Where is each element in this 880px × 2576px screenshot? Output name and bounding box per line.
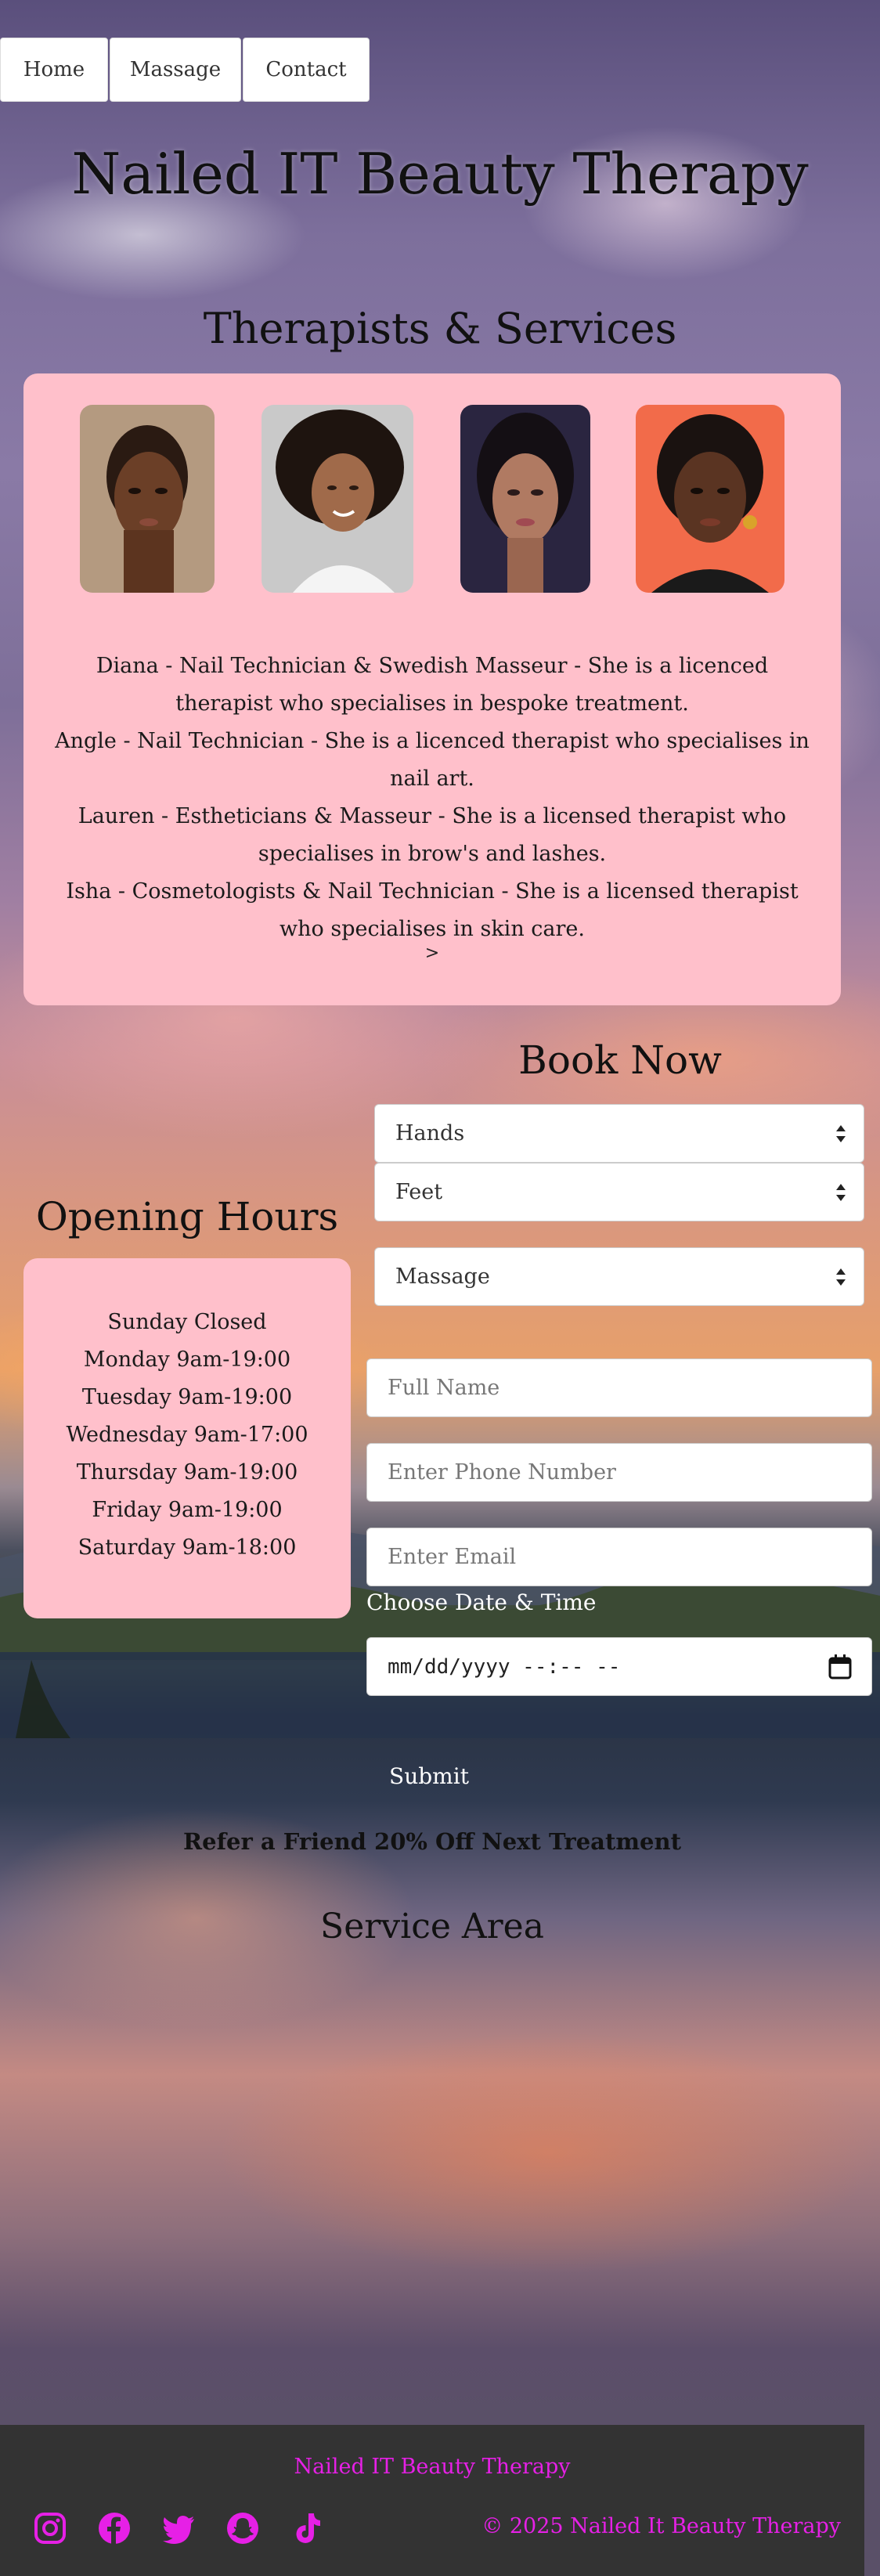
- select-chevrons-icon: [836, 1125, 846, 1142]
- date-time-input[interactable]: mm/dd/yyyy --:-- --: [366, 1637, 872, 1696]
- therapist-line-lauren: Lauren - Estheticians & Masseur - She is…: [78, 804, 787, 866]
- massage-select-value: Massage: [395, 1265, 490, 1289]
- therapists-card: Diana - Nail Technician & Swedish Masseu…: [23, 373, 841, 1005]
- therapists-title: Therapists & Services: [203, 304, 677, 353]
- nav-contact-button[interactable]: Contact: [243, 38, 370, 102]
- email-placeholder: Enter Email: [388, 1545, 517, 1569]
- email-input[interactable]: Enter Email: [366, 1528, 872, 1586]
- hours-saturday: Saturday 9am-18:00: [78, 1535, 297, 1560]
- snapchat-icon[interactable]: [225, 2511, 260, 2545]
- therapist-photo-diana: [80, 405, 215, 593]
- footer-brand: Nailed IT Beauty Therapy: [294, 2455, 571, 2479]
- footer: Nailed IT Beauty Therapy © 2025 Nailed I…: [0, 2425, 864, 2576]
- therapist-photo-lauren: [460, 405, 590, 593]
- site-title: Nailed IT Beauty Therapy: [71, 141, 809, 207]
- service-area-title: Service Area: [320, 1907, 544, 1946]
- phone-number-placeholder: Enter Phone Number: [388, 1460, 616, 1485]
- therapist-line-angle: Angle - Nail Technician - She is a licen…: [55, 729, 810, 791]
- opening-hours-card: Sunday Closed Monday 9am-19:00 Tuesday 9…: [23, 1258, 351, 1618]
- hands-select-value: Hands: [395, 1121, 465, 1145]
- select-chevrons-icon: [836, 1268, 846, 1286]
- instagram-icon[interactable]: [33, 2511, 67, 2545]
- hours-tuesday: Tuesday 9am-19:00: [81, 1385, 293, 1409]
- nav-massage-button[interactable]: Massage: [110, 38, 241, 102]
- social-links: [33, 2511, 324, 2545]
- submit-button[interactable]: Submit: [366, 1758, 492, 1794]
- therapist-line-isha: Isha - Cosmetologists & Nail Technician …: [66, 879, 799, 941]
- therapist-photo-angle: [261, 405, 413, 593]
- carousel-next-button[interactable]: >: [23, 943, 841, 963]
- calendar-icon[interactable]: [828, 1654, 853, 1680]
- hands-select[interactable]: Hands: [374, 1104, 864, 1163]
- select-chevrons-icon: [836, 1184, 846, 1201]
- date-time-value: mm/dd/yyyy --:-- --: [388, 1654, 621, 1679]
- therapist-descriptions: Diana - Nail Technician & Swedish Masseu…: [55, 648, 810, 948]
- book-now-title: Book Now: [518, 1037, 722, 1083]
- massage-select[interactable]: Massage: [374, 1247, 864, 1306]
- hours-monday: Monday 9am-19:00: [83, 1348, 291, 1372]
- tiktok-icon[interactable]: [290, 2511, 324, 2545]
- date-time-label: Choose Date & Time: [366, 1589, 597, 1615]
- therapist-line-diana: Diana - Nail Technician & Swedish Masseu…: [96, 654, 769, 716]
- feet-select-value: Feet: [395, 1180, 443, 1204]
- hours-thursday: Thursday 9am-19:00: [76, 1460, 298, 1485]
- full-name-input[interactable]: Full Name: [366, 1358, 872, 1417]
- therapist-photo-isha: [636, 405, 784, 593]
- hours-sunday: Sunday Closed: [107, 1310, 267, 1334]
- top-nav: Home Massage Contact: [0, 38, 370, 102]
- opening-hours-title: Opening Hours: [35, 1194, 339, 1239]
- referral-offer: Refer a Friend 20% Off Next Treatment: [183, 1828, 681, 1855]
- hours-friday: Friday 9am-19:00: [92, 1498, 283, 1522]
- phone-number-input[interactable]: Enter Phone Number: [366, 1443, 872, 1502]
- full-name-placeholder: Full Name: [388, 1376, 500, 1400]
- feet-select[interactable]: Feet: [374, 1163, 864, 1221]
- nav-home-button[interactable]: Home: [0, 38, 108, 102]
- footer-copyright: © 2025 Nailed It Beauty Therapy: [481, 2514, 841, 2538]
- facebook-icon[interactable]: [97, 2511, 132, 2545]
- twitter-icon[interactable]: [161, 2511, 196, 2545]
- hours-wednesday: Wednesday 9am-17:00: [66, 1423, 308, 1447]
